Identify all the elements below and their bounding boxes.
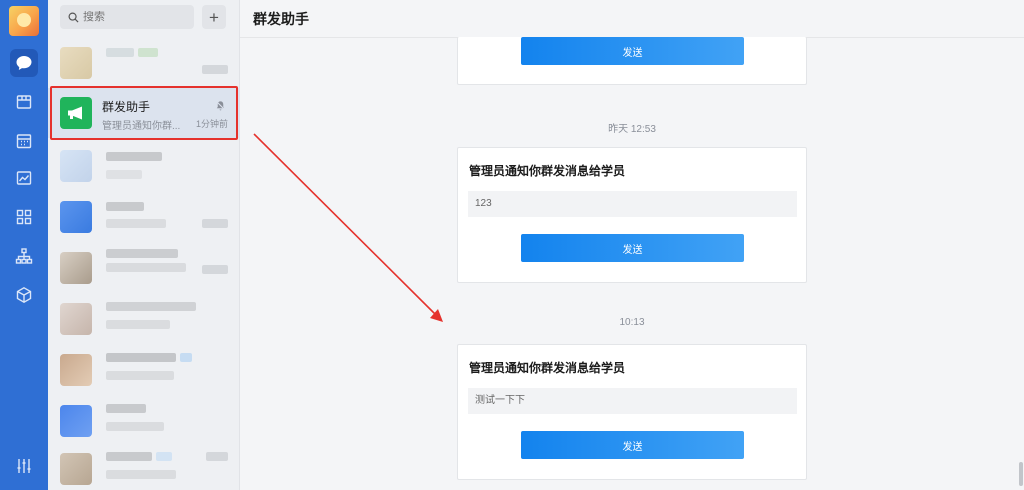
avatar xyxy=(60,252,92,284)
message-card: 发送 xyxy=(457,37,807,85)
avatar xyxy=(60,201,92,233)
send-button[interactable]: 发送 xyxy=(521,234,744,262)
avatar xyxy=(60,303,92,335)
settings-sliders-icon[interactable] xyxy=(10,452,38,480)
list-item[interactable] xyxy=(48,243,240,293)
list-item[interactable] xyxy=(48,141,240,191)
list-item[interactable] xyxy=(48,38,240,88)
search-icon xyxy=(68,12,79,23)
chat-header: 群发助手 xyxy=(240,0,1024,38)
add-button[interactable]: + xyxy=(202,5,226,29)
chart-nav-icon[interactable] xyxy=(10,164,38,192)
list-item[interactable] xyxy=(48,294,240,344)
send-button[interactable]: 发送 xyxy=(521,431,744,459)
broadcast-assistant-icon xyxy=(60,97,92,129)
page-title: 群发助手 xyxy=(253,11,309,27)
user-avatar[interactable] xyxy=(9,6,39,36)
search-box[interactable] xyxy=(60,5,194,29)
conversation-time: 1分钟前 xyxy=(195,119,228,129)
conversation-name: 群发助手 xyxy=(102,100,151,114)
list-item[interactable] xyxy=(48,345,240,395)
message-title: 管理员通知你群发消息给学员 xyxy=(469,164,626,178)
avatar xyxy=(60,354,92,386)
nav-rail xyxy=(0,0,48,490)
conversation-preview: 管理员通知你群... xyxy=(102,121,181,132)
org-chart-icon[interactable] xyxy=(10,242,38,270)
message-timestamp: 昨天 12:53 xyxy=(608,124,656,135)
list-item[interactable] xyxy=(48,444,240,490)
plus-icon: + xyxy=(209,7,219,27)
cube-nav-icon[interactable] xyxy=(10,281,38,309)
avatar xyxy=(60,405,92,437)
list-item[interactable] xyxy=(48,396,240,446)
avatar xyxy=(60,453,92,485)
avatar xyxy=(60,150,92,182)
search-input[interactable] xyxy=(83,11,183,23)
message-card: 管理员通知你群发消息给学员 123 发送 xyxy=(457,147,807,283)
avatar xyxy=(60,47,92,79)
box-nav-icon[interactable] xyxy=(10,88,38,116)
message-content: 测试一下下 xyxy=(468,388,797,414)
chat-nav-icon[interactable] xyxy=(10,49,38,77)
message-content: 123 xyxy=(468,191,797,217)
send-button[interactable]: 发送 xyxy=(521,37,744,65)
apps-grid-icon[interactable] xyxy=(10,203,38,231)
message-timestamp: 10:13 xyxy=(619,317,645,328)
list-item[interactable] xyxy=(48,192,240,242)
conversation-group-broadcast-assistant[interactable]: 群发助手 管理员通知你群... 1分钟前 xyxy=(48,88,240,138)
mute-bell-icon xyxy=(215,98,226,116)
chat-panel: 群发助手 发送 昨天 12:53 管理员通知你群发消息给学员 123 发送 10… xyxy=(240,0,1024,490)
conversation-list: + 群发助手 管理员通知你群... 1分钟前 xyxy=(48,0,240,490)
scrollbar[interactable] xyxy=(1019,462,1023,486)
calendar-nav-icon[interactable] xyxy=(10,127,38,155)
message-card: 管理员通知你群发消息给学员 测试一下下 发送 xyxy=(457,344,807,480)
message-title: 管理员通知你群发消息给学员 xyxy=(469,361,626,375)
